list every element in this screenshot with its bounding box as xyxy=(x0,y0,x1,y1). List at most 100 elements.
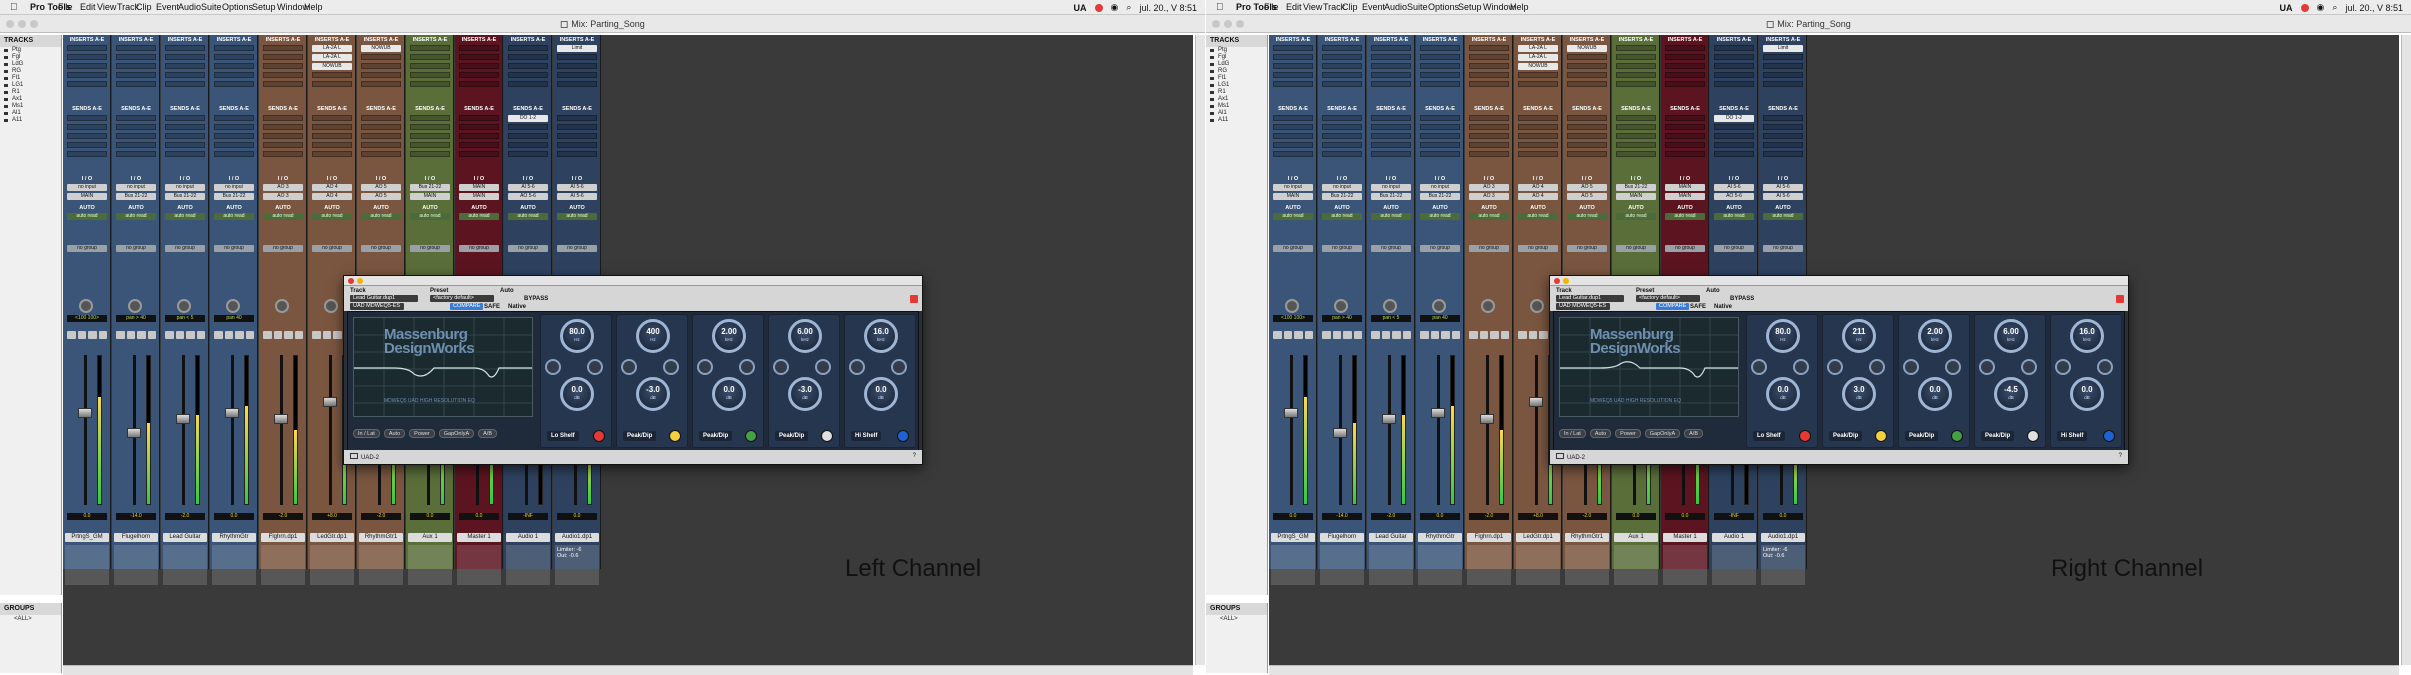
track-comment[interactable] xyxy=(1271,545,1315,585)
send-slot-3[interactable] xyxy=(1322,142,1362,148)
plugin-power-icon[interactable] xyxy=(2116,295,2124,303)
insert-slot-3[interactable] xyxy=(1420,72,1460,78)
output-selector[interactable]: AO 5-6 xyxy=(508,193,548,200)
gain-dial[interactable]: -3.0 dB xyxy=(636,377,670,411)
track-comment[interactable] xyxy=(359,545,403,585)
insert-slot-2[interactable] xyxy=(1371,63,1411,69)
insert-slot-0[interactable]: LA-2A L xyxy=(312,45,352,52)
plugin-ctrl-2[interactable]: Power xyxy=(1615,428,1641,438)
group-selector[interactable]: no group xyxy=(1665,245,1705,252)
insert-slot-1[interactable] xyxy=(1371,54,1411,60)
band-enable-led[interactable] xyxy=(2027,430,2039,442)
vertical-scrollbar[interactable] xyxy=(2401,35,2411,665)
send-slot-4[interactable] xyxy=(312,151,352,157)
plugin-ctrl-3[interactable]: GapOnlyA xyxy=(1644,428,1681,438)
band-enable-led[interactable] xyxy=(1799,430,1811,442)
send-slot-0[interactable] xyxy=(116,115,156,121)
insert-slot-3[interactable] xyxy=(1714,72,1754,78)
insert-slot-3[interactable] xyxy=(1518,72,1558,78)
zoom-window-button[interactable] xyxy=(1236,20,1244,28)
insert-slot-2[interactable] xyxy=(67,63,107,69)
send-slot-2[interactable] xyxy=(214,133,254,139)
menu-item-file[interactable]: File xyxy=(1264,2,1279,12)
track-comment[interactable] xyxy=(1712,545,1756,585)
automation-mode-selector[interactable]: auto read xyxy=(1371,213,1411,220)
q-knob[interactable] xyxy=(1903,359,1919,375)
insert-slot-0[interactable]: NOWUB xyxy=(1567,45,1607,52)
insert-slot-2[interactable] xyxy=(361,63,401,69)
plugin-selector[interactable]: UAD MDWEQ5-ES xyxy=(1556,303,1610,310)
volume-fader[interactable] xyxy=(176,413,190,424)
insert-slot-1[interactable] xyxy=(1763,54,1803,60)
send-slot-1[interactable] xyxy=(1420,124,1460,130)
menu-item-options[interactable]: Options xyxy=(222,2,253,12)
menu-item-edit[interactable]: Edit xyxy=(1286,2,1302,12)
send-slot-3[interactable] xyxy=(1273,142,1313,148)
menu-item-view[interactable]: View xyxy=(97,2,116,12)
output-selector[interactable]: MAIN xyxy=(410,193,450,200)
send-slot-4[interactable] xyxy=(1322,151,1362,157)
menu-item-file[interactable]: File xyxy=(58,2,73,12)
send-slot-2[interactable] xyxy=(263,133,303,139)
send-slot-1[interactable] xyxy=(1322,124,1362,130)
track-name[interactable]: Aux 1 xyxy=(1614,533,1658,542)
plugin-help-button[interactable]: ? xyxy=(913,453,916,459)
input-selector[interactable]: no input xyxy=(67,184,107,191)
send-slot-0[interactable] xyxy=(557,115,597,121)
frequency-dial[interactable]: 2.00 kHz xyxy=(712,319,746,353)
insert-slot-1[interactable] xyxy=(116,54,156,60)
insert-slot-2[interactable] xyxy=(1469,63,1509,69)
pan-knob[interactable] xyxy=(1530,299,1544,313)
frequency-dial[interactable]: 16.0 kHz xyxy=(2070,319,2104,353)
gain-dial[interactable]: 0.0 dB xyxy=(560,377,594,411)
input-selector[interactable]: no input xyxy=(1420,184,1460,191)
solo-button[interactable] xyxy=(1294,331,1303,339)
insert-slot-1[interactable] xyxy=(263,54,303,60)
tracks-list-item[interactable]: LG1 xyxy=(1206,82,1267,89)
output-selector[interactable]: AO 5 xyxy=(1567,193,1607,200)
tracks-list-item[interactable]: Fgl xyxy=(0,54,61,61)
send-slot-3[interactable] xyxy=(1665,142,1705,148)
send-slot-0[interactable]: DO 1-2 xyxy=(1714,115,1754,122)
tracks-list-item[interactable]: A11 xyxy=(1206,117,1267,124)
solo-button[interactable] xyxy=(1441,331,1450,339)
output-selector[interactable]: AO 5 xyxy=(361,193,401,200)
q-knob[interactable] xyxy=(1827,359,1843,375)
group-selector[interactable]: no group xyxy=(1518,245,1558,252)
group-selector[interactable]: no group xyxy=(410,245,450,252)
fader-track[interactable] xyxy=(329,355,332,505)
send-slot-0[interactable] xyxy=(165,115,205,121)
track-name[interactable]: Audio1.dp1 xyxy=(1761,533,1805,542)
band-enable-led[interactable] xyxy=(593,430,605,442)
group-selector[interactable]: no group xyxy=(1714,245,1754,252)
frequency-dial[interactable]: 6.00 kHz xyxy=(788,319,822,353)
send-slot-0[interactable] xyxy=(459,115,499,121)
insert-slot-0[interactable] xyxy=(508,45,548,51)
input-selector[interactable]: MAIN xyxy=(459,184,499,191)
solo-button[interactable] xyxy=(1490,331,1499,339)
send-slot-1[interactable] xyxy=(459,124,499,130)
insert-slot-2[interactable] xyxy=(410,63,450,69)
solo-button[interactable] xyxy=(333,331,342,339)
menu-item-audiosuite[interactable]: AudioSuite xyxy=(178,2,222,12)
insert-slot-0[interactable] xyxy=(214,45,254,51)
input-selector[interactable]: AI 5-6 xyxy=(557,184,597,191)
compare-button[interactable]: COMPARE xyxy=(450,303,484,310)
output-selector[interactable]: MAIN xyxy=(1665,193,1705,200)
track-name[interactable]: RhythmGtr xyxy=(1418,533,1462,542)
send-slot-0[interactable] xyxy=(1322,115,1362,121)
insert-slot-0[interactable] xyxy=(1665,45,1705,51)
insert-slot-1[interactable] xyxy=(508,54,548,60)
send-slot-3[interactable] xyxy=(508,142,548,148)
volume-fader[interactable] xyxy=(78,408,92,419)
q-knob[interactable] xyxy=(2055,359,2071,375)
band-type-selector[interactable]: Peak/Dip xyxy=(1829,431,1863,441)
menu-item-edit[interactable]: Edit xyxy=(80,2,96,12)
tracks-list-item[interactable]: Fl1 xyxy=(1206,75,1267,82)
q-knob[interactable] xyxy=(1751,359,1767,375)
mute-button[interactable] xyxy=(147,331,156,339)
send-slot-0[interactable]: DO 1-2 xyxy=(508,115,548,122)
track-name[interactable]: RhythmGtr xyxy=(212,533,256,542)
input-monitor-button[interactable] xyxy=(224,331,233,339)
output-selector[interactable]: AO 4 xyxy=(312,193,352,200)
